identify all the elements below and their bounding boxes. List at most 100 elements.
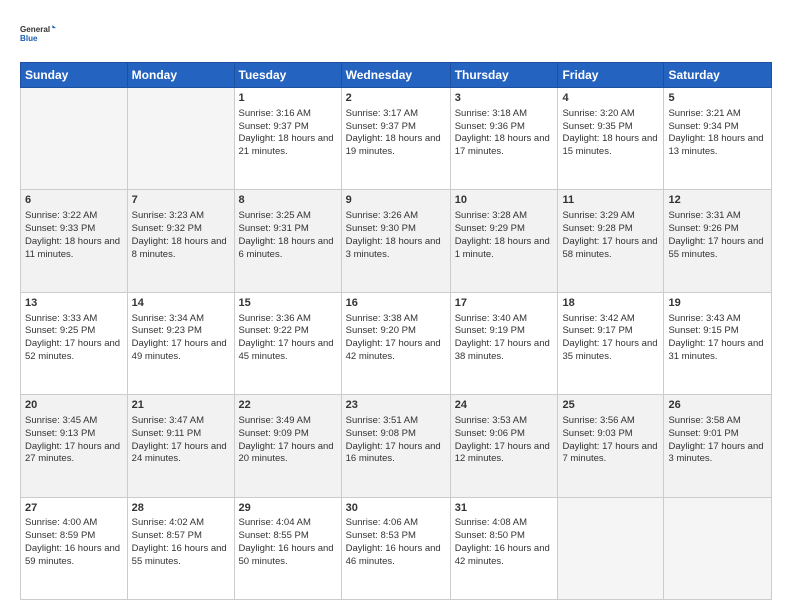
calendar-cell bbox=[127, 88, 234, 190]
calendar-cell: 7Sunrise: 3:23 AMSunset: 9:32 PMDaylight… bbox=[127, 190, 234, 292]
sunrise-text: Sunrise: 3:38 AM bbox=[346, 313, 418, 324]
day-number: 27 bbox=[25, 501, 123, 516]
day-header-wednesday: Wednesday bbox=[341, 63, 450, 88]
calendar-cell: 18Sunrise: 3:42 AMSunset: 9:17 PMDayligh… bbox=[558, 292, 664, 394]
day-number: 8 bbox=[239, 193, 337, 208]
daylight-text: Daylight: 16 hours and 46 minutes. bbox=[346, 543, 441, 567]
day-header-saturday: Saturday bbox=[664, 63, 772, 88]
daylight-text: Daylight: 18 hours and 11 minutes. bbox=[25, 236, 120, 260]
sunrise-text: Sunrise: 3:56 AM bbox=[562, 415, 634, 426]
svg-text:General: General bbox=[20, 25, 50, 34]
sunrise-text: Sunrise: 3:18 AM bbox=[455, 108, 527, 119]
sunset-text: Sunset: 9:26 PM bbox=[668, 223, 738, 234]
calendar-cell: 31Sunrise: 4:08 AM Sunset: 8:50 PM Dayligh… bbox=[450, 497, 558, 599]
sunrise-text: Sunrise: 3:45 AM bbox=[25, 415, 97, 426]
day-number: 24 bbox=[455, 398, 554, 413]
daylight-text: Daylight: 17 hours and 12 minutes. bbox=[455, 441, 550, 465]
daylight-text: Daylight: 18 hours and 19 minutes. bbox=[346, 133, 441, 157]
sunrise-text: Sunrise: 3:21 AM bbox=[668, 108, 740, 119]
sunset-text: Sunset: 8:53 PM bbox=[346, 530, 416, 541]
calendar-cell: 17Sunrise: 3:40 AMSunset: 9:19 PMDayligh… bbox=[450, 292, 558, 394]
daylight-text: Daylight: 18 hours and 1 minute. bbox=[455, 236, 550, 260]
day-number: 16 bbox=[346, 296, 446, 311]
daylight-text: Daylight: 17 hours and 52 minutes. bbox=[25, 338, 120, 362]
sunset-text: Sunset: 9:03 PM bbox=[562, 428, 632, 439]
daylight-text: Daylight: 16 hours and 59 minutes. bbox=[25, 543, 120, 567]
day-number: 28 bbox=[132, 501, 230, 516]
sunset-text: Sunset: 9:33 PM bbox=[25, 223, 95, 234]
page: General Blue SundayMondayTuesdayWednesda… bbox=[0, 0, 792, 612]
day-number: 21 bbox=[132, 398, 230, 413]
sunset-text: Sunset: 8:55 PM bbox=[239, 530, 309, 541]
day-header-friday: Friday bbox=[558, 63, 664, 88]
calendar-cell: 6Sunrise: 3:22 AMSunset: 9:33 PMDaylight… bbox=[21, 190, 128, 292]
daylight-text: Daylight: 16 hours and 42 minutes. bbox=[455, 543, 550, 567]
day-number: 12 bbox=[668, 193, 767, 208]
logo: General Blue bbox=[20, 16, 56, 52]
daylight-text: Daylight: 18 hours and 21 minutes. bbox=[239, 133, 334, 157]
sunrise-text: Sunrise: 3:31 AM bbox=[668, 210, 740, 221]
calendar-cell: 24Sunrise: 3:53 AMSunset: 9:06 PMDayligh… bbox=[450, 395, 558, 497]
sunset-text: Sunset: 9:30 PM bbox=[346, 223, 416, 234]
svg-text:Blue: Blue bbox=[20, 34, 38, 43]
sunrise-text: Sunrise: 4:08 AM bbox=[455, 517, 527, 528]
daylight-text: Daylight: 18 hours and 6 minutes. bbox=[239, 236, 334, 260]
daylight-text: Daylight: 17 hours and 7 minutes. bbox=[562, 441, 657, 465]
day-number: 14 bbox=[132, 296, 230, 311]
sunrise-text: Sunrise: 3:53 AM bbox=[455, 415, 527, 426]
sunset-text: Sunset: 9:23 PM bbox=[132, 325, 202, 336]
daylight-text: Daylight: 17 hours and 45 minutes. bbox=[239, 338, 334, 362]
sunrise-text: Sunrise: 3:23 AM bbox=[132, 210, 204, 221]
day-number: 23 bbox=[346, 398, 446, 413]
sunrise-text: Sunrise: 3:34 AM bbox=[132, 313, 204, 324]
calendar-cell: 28Sunrise: 4:02 AMSunset: 8:57 PMDayligh… bbox=[127, 497, 234, 599]
sunrise-text: Sunrise: 3:25 AM bbox=[239, 210, 311, 221]
calendar-cell: 3Sunrise: 3:18 AMSunset: 9:36 PMDaylight… bbox=[450, 88, 558, 190]
sunrise-text: Sunrise: 3:28 AM bbox=[455, 210, 527, 221]
sunset-text: Sunset: 8:57 PM bbox=[132, 530, 202, 541]
sunset-text: Sunset: 8:50 PM bbox=[455, 530, 525, 541]
sunrise-text: Sunrise: 3:42 AM bbox=[562, 313, 634, 324]
day-number: 31 bbox=[455, 501, 554, 516]
calendar-cell: 11Sunrise: 3:29 AMSunset: 9:28 PMDayligh… bbox=[558, 190, 664, 292]
sunrise-text: Sunrise: 3:26 AM bbox=[346, 210, 418, 221]
day-number: 15 bbox=[239, 296, 337, 311]
day-number: 22 bbox=[239, 398, 337, 413]
day-number: 2 bbox=[346, 91, 446, 106]
daylight-text: Daylight: 18 hours and 13 minutes. bbox=[668, 133, 763, 157]
sunrise-text: Sunrise: 4:00 AM bbox=[25, 517, 97, 528]
day-number: 11 bbox=[562, 193, 659, 208]
calendar-cell: 21Sunrise: 3:47 AMSunset: 9:11 PMDayligh… bbox=[127, 395, 234, 497]
sunrise-text: Sunrise: 3:20 AM bbox=[562, 108, 634, 119]
sunrise-text: Sunrise: 3:17 AM bbox=[346, 108, 418, 119]
sunrise-text: Sunrise: 3:36 AM bbox=[239, 313, 311, 324]
logo-svg: General Blue bbox=[20, 16, 56, 52]
day-header-monday: Monday bbox=[127, 63, 234, 88]
calendar-cell: 4Sunrise: 3:20 AMSunset: 9:35 PMDaylight… bbox=[558, 88, 664, 190]
day-number: 5 bbox=[668, 91, 767, 106]
sunrise-text: Sunrise: 3:43 AM bbox=[668, 313, 740, 324]
day-header-tuesday: Tuesday bbox=[234, 63, 341, 88]
calendar-cell: 10Sunrise: 3:28 AMSunset: 9:29 PMDayligh… bbox=[450, 190, 558, 292]
daylight-text: Daylight: 17 hours and 55 minutes. bbox=[668, 236, 763, 260]
day-number: 30 bbox=[346, 501, 446, 516]
daylight-text: Daylight: 17 hours and 24 minutes. bbox=[132, 441, 227, 465]
sunset-text: Sunset: 9:28 PM bbox=[562, 223, 632, 234]
sunset-text: Sunset: 9:37 PM bbox=[239, 121, 309, 132]
calendar-week-2: 6Sunrise: 3:22 AMSunset: 9:33 PMDaylight… bbox=[21, 190, 772, 292]
calendar-table: SundayMondayTuesdayWednesdayThursdayFrid… bbox=[20, 62, 772, 600]
daylight-text: Daylight: 17 hours and 35 minutes. bbox=[562, 338, 657, 362]
day-number: 3 bbox=[455, 91, 554, 106]
sunrise-text: Sunrise: 3:58 AM bbox=[668, 415, 740, 426]
calendar-cell: 8Sunrise: 3:25 AMSunset: 9:31 PMDaylight… bbox=[234, 190, 341, 292]
sunset-text: Sunset: 9:08 PM bbox=[346, 428, 416, 439]
calendar-week-4: 20Sunrise: 3:45 AMSunset: 9:13 PMDayligh… bbox=[21, 395, 772, 497]
calendar-cell: 2Sunrise: 3:17 AMSunset: 9:37 PMDaylight… bbox=[341, 88, 450, 190]
daylight-text: Daylight: 17 hours and 27 minutes. bbox=[25, 441, 120, 465]
sunset-text: Sunset: 9:36 PM bbox=[455, 121, 525, 132]
calendar-cell: 30Sunrise: 4:06 AMSunset: 8:53 PMDayligh… bbox=[341, 497, 450, 599]
sunrise-text: Sunrise: 3:40 AM bbox=[455, 313, 527, 324]
daylight-text: Daylight: 18 hours and 15 minutes. bbox=[562, 133, 657, 157]
daylight-text: Daylight: 16 hours and 55 minutes. bbox=[132, 543, 227, 567]
daylight-text: Daylight: 17 hours and 16 minutes. bbox=[346, 441, 441, 465]
